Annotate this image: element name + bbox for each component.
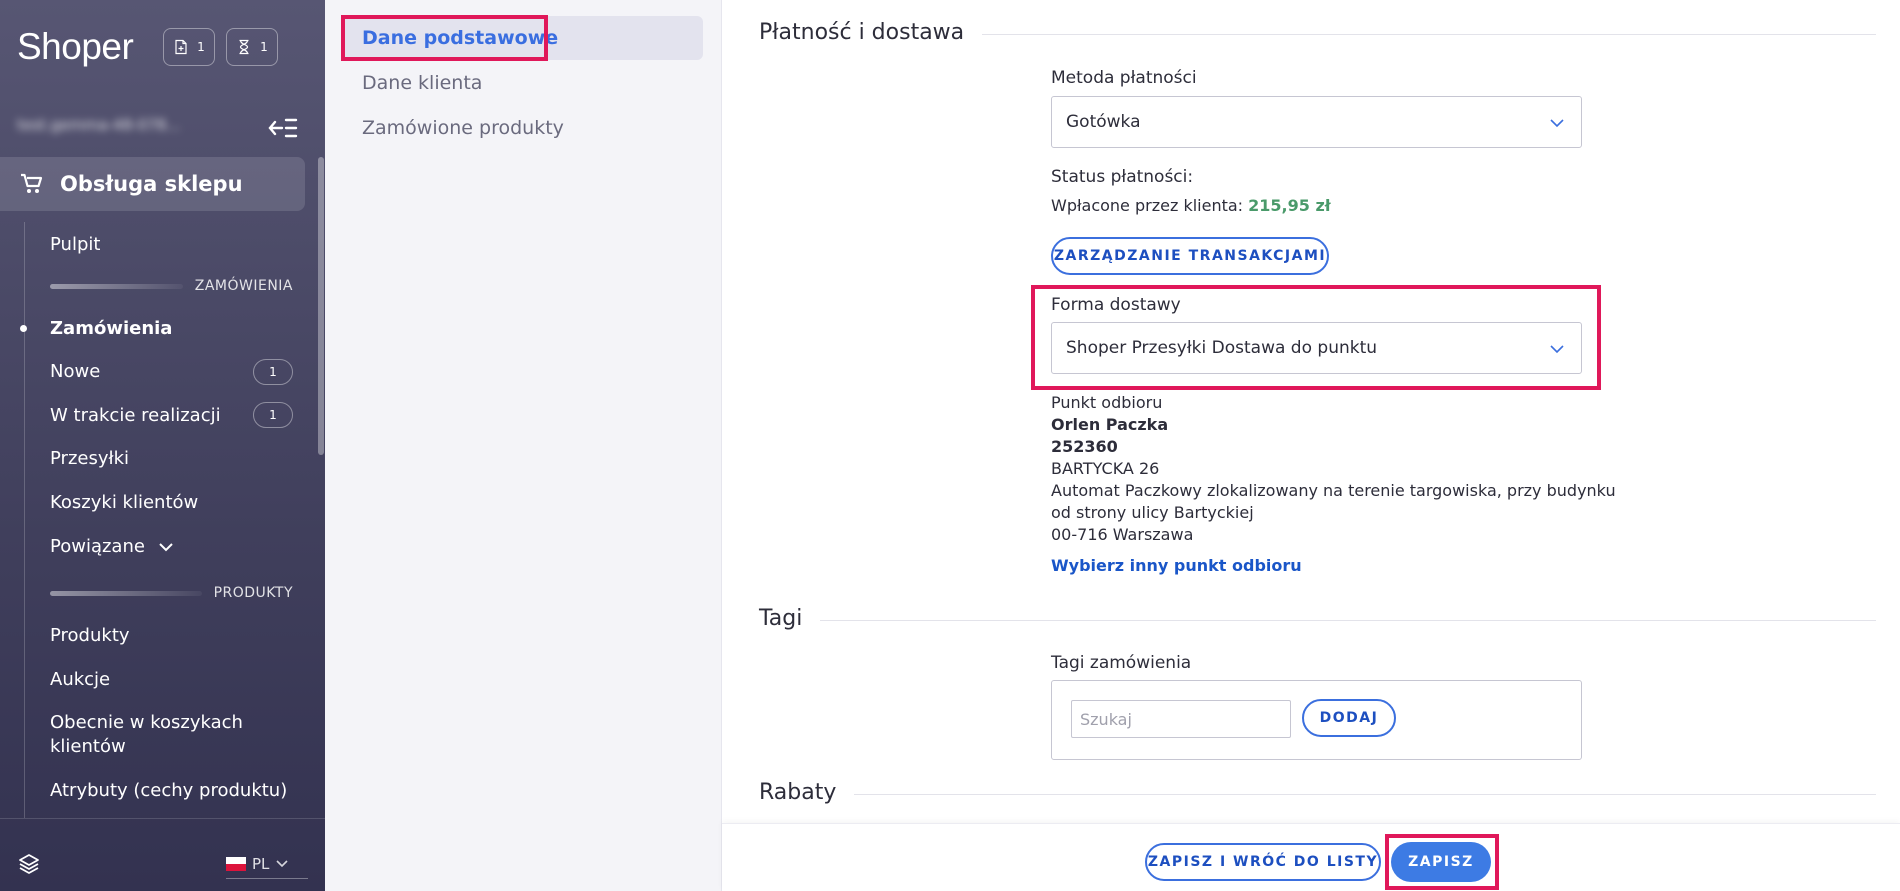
nav-item-nowe[interactable]: Nowe: [50, 360, 100, 384]
tab-dane-podstawowe[interactable]: Dane podstawowe: [362, 27, 558, 49]
manage-transactions-button[interactable]: ZARZĄDZANIE TRANSAKCJAMI: [1051, 237, 1329, 275]
document-icon: [175, 39, 187, 55]
payment-method-select[interactable]: Gotówka: [1051, 96, 1582, 148]
nav-item-powiazane[interactable]: Powiązane: [50, 535, 173, 559]
tag-search-input[interactable]: [1071, 700, 1291, 738]
sidebar: Shoper 1 1 test.gemma-48-078... Obsługa …: [0, 0, 325, 891]
action-footer: ZAPISZ I WRÓĆ DO LISTY ZAPISZ: [722, 823, 1900, 891]
save-and-back-button[interactable]: ZAPISZ I WRÓĆ DO LISTY: [1145, 843, 1381, 881]
paid-by-client: Wpłacone przez klienta: 215,95 zł: [1051, 195, 1331, 217]
delivery-method-select[interactable]: Shoper Przesyłki Dostawa do punktu: [1051, 322, 1582, 374]
layers-icon[interactable]: [18, 853, 40, 875]
nav-item-przesylki[interactable]: Przesyłki: [50, 447, 129, 471]
section-store-service[interactable]: Obsługa sklepu: [0, 157, 305, 211]
pickup-point-name: Orlen Paczka: [1051, 415, 1169, 434]
save-button[interactable]: ZAPISZ: [1391, 842, 1491, 882]
payment-method-value: Gotówka: [1066, 112, 1141, 132]
tasks-count: 1: [260, 40, 268, 54]
chevron-down-icon: [276, 859, 288, 867]
section-divider: [820, 619, 1876, 621]
poland-flag-icon: [226, 856, 246, 871]
nav-item-obecnie-line2: klientów: [50, 736, 126, 757]
collapse-sidebar-icon[interactable]: [268, 116, 298, 140]
sidebar-footer: PL: [0, 818, 325, 891]
nav-item-produkty[interactable]: Produkty: [50, 624, 130, 648]
pickup-point-code: 252360: [1051, 437, 1118, 456]
group-label: PRODUKTY: [213, 585, 293, 601]
section-title: Rabaty: [759, 780, 837, 805]
store-name[interactable]: test.gemma-48-078...: [17, 116, 187, 136]
nav-tree-line: [24, 222, 25, 818]
delivery-method-value: Shoper Przesyłki Dostawa do punktu: [1066, 338, 1378, 358]
nav-item-powiazane-label: Powiązane: [50, 536, 145, 557]
nav-item-aukcje[interactable]: Aukcje: [50, 668, 110, 692]
group-divider: [50, 590, 202, 596]
cart-icon: [21, 173, 43, 193]
hourglass-icon: [239, 39, 249, 55]
chevron-down-icon: [159, 543, 173, 552]
pending-tasks-badge[interactable]: 1: [226, 28, 278, 66]
language-code: PL: [252, 854, 270, 873]
nav-item-obecnie-line1: Obecnie w koszykach: [50, 712, 243, 733]
order-tabs: Dane podstawowe Dane klienta Zamówione p…: [325, 0, 722, 891]
section-divider: [854, 793, 1876, 795]
paid-prefix: Wpłacone przez klienta:: [1051, 196, 1244, 215]
nav-item-w-trakcie[interactable]: W trakcie realizacji: [50, 404, 221, 428]
pickup-point-label: Punkt odbioru: [1051, 393, 1163, 412]
main-content: Płatność i dostawa Metoda płatności Gotó…: [722, 0, 1900, 891]
documents-count: 1: [197, 40, 205, 54]
tab-dane-klienta[interactable]: Dane klienta: [362, 72, 482, 94]
pickup-point-desc-2: od strony ulicy Bartyckiej: [1051, 503, 1254, 522]
chevron-down-icon: [1550, 345, 1564, 354]
section-title: Tagi: [759, 606, 803, 631]
add-tag-button[interactable]: DODAJ: [1302, 699, 1396, 737]
change-pickup-point-link[interactable]: Wybierz inny punkt odbioru: [1051, 555, 1302, 577]
payment-method-label: Metoda płatności: [1051, 68, 1197, 88]
paid-amount: 215,95 zł: [1248, 196, 1331, 215]
chevron-down-icon: [1550, 119, 1564, 128]
nav-group-products: PRODUKTY: [50, 584, 293, 602]
tab-zamowione-produkty[interactable]: Zamówione produkty: [362, 117, 564, 139]
shoper-logo[interactable]: Shoper: [17, 26, 134, 68]
group-label: ZAMÓWIENIA: [194, 278, 293, 294]
section-title: Płatność i dostawa: [759, 20, 965, 45]
delivery-method-label: Forma dostawy: [1051, 295, 1181, 315]
group-divider: [50, 283, 183, 289]
nowe-count-badge: 1: [253, 359, 293, 385]
nav-item-pulpit[interactable]: Pulpit: [50, 233, 100, 257]
section-discounts: Rabaty: [759, 780, 1876, 805]
sidebar-scrollbar[interactable]: [318, 157, 324, 455]
language-selector[interactable]: PL: [226, 849, 308, 879]
w-trakcie-count-badge: 1: [253, 402, 293, 428]
pickup-point-street: BARTYCKA 26: [1051, 459, 1160, 478]
nav-item-atrybuty[interactable]: Atrybuty (cechy produktu): [50, 779, 287, 803]
section-divider: [982, 33, 1876, 35]
pickup-point-desc-1: Automat Paczkowy zlokalizowany na tereni…: [1051, 481, 1616, 500]
order-tags-label: Tagi zamówienia: [1051, 653, 1192, 673]
pending-documents-badge[interactable]: 1: [163, 28, 215, 66]
section-tags: Tagi: [759, 606, 1876, 631]
pickup-point-city: 00-716 Warszawa: [1051, 525, 1194, 544]
active-indicator: [20, 325, 27, 332]
section-store-service-label: Obsługa sklepu: [60, 172, 243, 196]
payment-status-label: Status płatności:: [1051, 167, 1194, 187]
order-tags-box: DODAJ: [1051, 680, 1582, 760]
nav-item-obecnie-w-koszykach[interactable]: Obecnie w koszykach klientów: [50, 711, 243, 759]
nav-group-orders: ZAMÓWIENIA: [50, 277, 293, 295]
nav-item-koszyki[interactable]: Koszyki klientów: [50, 491, 198, 515]
nav-item-zamowienia[interactable]: Zamówienia: [50, 317, 172, 341]
section-payment-delivery: Płatność i dostawa: [759, 20, 1876, 45]
